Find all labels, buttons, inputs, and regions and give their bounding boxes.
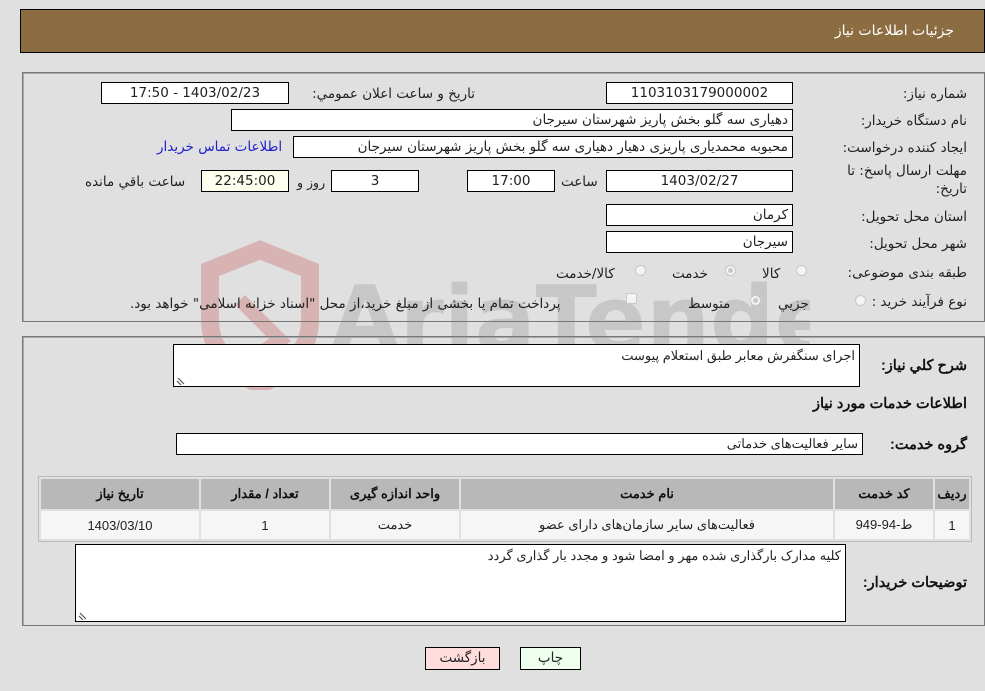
deadline-time-label: ساعت [561, 174, 598, 190]
announce-datetime-label: تاریخ و ساعت اعلان عمومي: [312, 86, 475, 102]
purchase-radio-minor[interactable] [855, 295, 866, 306]
category-radio-goods-service[interactable] [635, 265, 646, 276]
province-label: استان محل تحویل: [861, 209, 967, 225]
col-header-unit: واحد اندازه گیری [331, 479, 459, 509]
purchase-option-medium: متوسط [688, 296, 731, 312]
need-number-field: 1103103179000002 [606, 82, 793, 104]
table-header-row: ردیف کد خدمت نام خدمت واحد اندازه گیری ت… [41, 479, 969, 509]
cell-service-name: فعالیت‌های سایر سازمان‌های دارای عضو [461, 511, 833, 539]
city-field: سیرجان [606, 231, 793, 253]
deadline-date-field: 1403/02/27 [606, 170, 793, 192]
col-header-need-date: تاریخ نیاز [41, 479, 199, 509]
deadline-time-field: 17:00 [467, 170, 555, 192]
remaining-days-field: 3 [331, 170, 419, 192]
creator-field: محبوبه محمدیاری پاریزی دهیار دهیاری سه گ… [293, 136, 793, 158]
province-field: کرمان [606, 204, 793, 226]
services-table: ردیف کد خدمت نام خدمت واحد اندازه گیری ت… [39, 477, 971, 541]
treasury-checkbox[interactable] [626, 293, 637, 304]
services-section-title: اطلاعات خدمات مورد نياز [813, 396, 967, 412]
back-button[interactable]: بازگشت [425, 647, 500, 670]
cell-service-code: ط-94-949 [835, 511, 933, 539]
remaining-label: ساعت باقي مانده [85, 174, 186, 190]
table-row: 1 ط-94-949 فعالیت‌های سایر سازمان‌های دا… [41, 511, 969, 539]
page-header: جزئیات اطلاعات نیاز [20, 9, 985, 53]
col-header-service-name: نام خدمت [461, 479, 833, 509]
category-option-service: خدمت [672, 266, 708, 282]
category-radio-service[interactable] [725, 265, 736, 276]
page-title: جزئیات اطلاعات نیاز [834, 23, 954, 39]
buyer-notes-textarea[interactable]: کلیه مدارک بارگذاری شده مهر و امضا شود و… [75, 544, 846, 622]
category-option-goods-service: کالا/خدمت [556, 266, 615, 282]
general-desc-text: اجرای سنگفرش معابر طبق استعلام پیوست [621, 348, 855, 363]
purchase-option-minor: جزيي [778, 296, 809, 312]
general-desc-textarea[interactable]: اجرای سنگفرش معابر طبق استعلام پیوست [173, 344, 860, 387]
services-table-wrapper: ردیف کد خدمت نام خدمت واحد اندازه گیری ت… [38, 476, 972, 542]
days-label: روز و [297, 175, 326, 190]
need-number-label: شماره نیاز: [902, 86, 967, 102]
deadline-label-line1: مهلت ارسال پاسخ: تا [847, 163, 967, 179]
buyer-notes-label: توضیحات خریدار: [862, 575, 967, 591]
service-group-label: گروه خدمت: [890, 437, 967, 453]
general-desc-label: شرح كلي نياز: [880, 358, 967, 374]
treasury-note: پرداخت تمام یا بخشی از مبلغ خرید،از محل … [130, 296, 561, 312]
col-header-quantity: تعداد / مقدار [201, 479, 329, 509]
cell-need-date: 1403/03/10 [41, 511, 199, 539]
city-label: شهر محل تحویل: [869, 236, 967, 252]
col-header-service-code: کد خدمت [835, 479, 933, 509]
service-group-field: سایر فعالیت‌های خدماتی [176, 433, 863, 455]
buyer-notes-text: کلیه مدارک بارگذاری شده مهر و امضا شود و… [487, 548, 841, 563]
buyer-org-label: نام دستگاه خریدار: [860, 113, 967, 129]
creator-label: ایجاد کننده درخواست: [842, 140, 967, 156]
buyer-org-field: دهیاری سه گلو بخش پاریز شهرستان سیرجان [231, 109, 793, 131]
category-label: طبقه بندی موضوعی: [847, 265, 967, 281]
purchase-type-label: نوع فرآیند خرید : [871, 294, 967, 310]
col-header-row-no: ردیف [935, 479, 969, 509]
cell-quantity: 1 [201, 511, 329, 539]
resize-handle-icon[interactable] [78, 610, 88, 620]
cell-unit: خدمت [331, 511, 459, 539]
category-option-goods: کالا [762, 266, 781, 282]
deadline-label-line2: تاریخ: [935, 181, 967, 197]
purchase-radio-medium[interactable] [750, 295, 761, 306]
announce-datetime-field: 1403/02/23 - 17:50 [101, 82, 289, 104]
category-radio-goods[interactable] [796, 265, 807, 276]
resize-handle-icon[interactable] [176, 375, 186, 385]
buyer-contact-link[interactable]: اطلاعات تماس خریدار [157, 139, 282, 155]
remaining-time-field: 22:45:00 [201, 170, 289, 192]
print-button[interactable]: چاپ [520, 647, 581, 670]
cell-row-no: 1 [935, 511, 969, 539]
